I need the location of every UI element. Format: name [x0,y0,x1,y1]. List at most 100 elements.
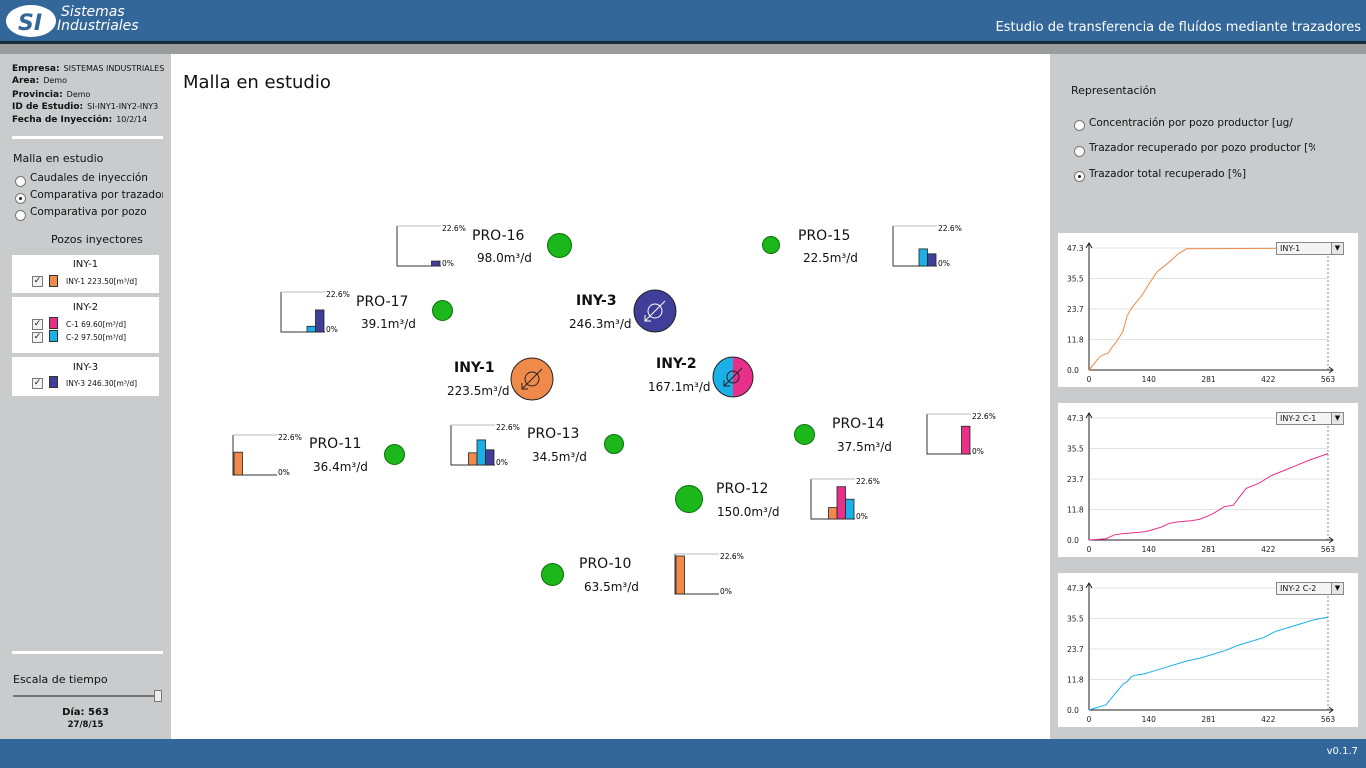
chevron-down-icon[interactable]: ▼ [1331,582,1344,595]
radio-trazador-recuperado-pozo[interactable] [1074,146,1085,157]
mini-min-label: 0% [972,447,984,456]
injector-well-iny2[interactable] [711,355,755,399]
x-tick-label: 0 [1087,545,1092,554]
y-tick-label: 11.8 [1067,676,1084,685]
mini-bar [306,325,316,333]
time-scale-title: Escala de tiempo [13,673,108,686]
chart-series-dropdown[interactable]: INY-2 C-1 [1276,412,1334,425]
chart-series-dropdown[interactable]: INY-1 [1276,242,1334,255]
version-label: v0.1.7 [1326,746,1358,757]
tracer-checkbox-c1[interactable]: ✓ [32,319,43,330]
producer-label: PRO-11 [309,436,362,452]
injector-checkbox[interactable]: ✓ [32,276,43,287]
mini-bar [927,253,937,267]
study-id-row: ID de Estudio: SI-INY1-INY2-INY3 [12,102,159,112]
recovery-mini-chart: 22.6% 0% [396,224,476,272]
radio-caudales[interactable] [15,176,26,187]
injection-date-row: Fecha de Inyección: 10/2/14 [12,115,148,125]
y-tick-label: 47.3 [1067,414,1084,423]
x-tick-label: 140 [1142,545,1157,554]
recovery-mini-chart: 22.6% 0% [232,433,312,481]
producer-well-pro13[interactable] [604,434,624,454]
radio-comparativa-pozo-label[interactable]: Comparativa por pozo [30,206,147,218]
x-tick-label: 563 [1321,715,1336,724]
injector-well-iny1[interactable] [509,356,555,402]
mini-max-label: 22.6% [326,290,350,299]
chart-series-dropdown[interactable]: INY-2 C-2 [1276,582,1334,595]
recovery-chart-iny2-c2: 0.0 11.8 23.7 35.5 47.3 0 140 281 422 563 INY-2 C… [1058,573,1358,727]
producer-well-pro14[interactable] [794,424,815,445]
x-tick-label: 0 [1087,715,1092,724]
app-footer [0,739,1366,768]
mini-bar [468,452,478,466]
y-tick-label: 23.7 [1067,475,1084,484]
mini-max-label: 22.6% [720,552,744,561]
current-date-label: 27/8/15 [67,720,104,730]
mini-bar [315,309,325,333]
producer-label: PRO-13 [527,426,580,442]
producer-well-pro12[interactable] [675,485,703,513]
radio-concentracion-label[interactable]: Concentración por pozo productor [ug/ [1089,117,1315,129]
y-tick-label: 23.7 [1067,645,1084,654]
mini-max-label: 22.6% [278,433,302,442]
y-tick-label: 23.7 [1067,305,1084,314]
radio-trazador-total[interactable] [1074,171,1085,182]
producer-well-pro16[interactable] [547,233,572,258]
view-mode-title: Malla en estudio [13,152,104,165]
tracer-color-swatch [49,317,58,329]
injector-group-title: INY-1 [72,259,99,270]
injector-item-label: INY-3 246.30[m³/d] [66,379,138,388]
y-tick-label: 35.5 [1067,275,1084,284]
injector-item-label: INY-1 223.50[m³/d] [66,277,138,286]
y-tick-label: 47.3 [1067,584,1084,593]
mini-min-label: 0% [278,468,290,477]
recovery-chart-iny2-c1: 0.0 11.8 23.7 35.5 47.3 0 140 281 422 563 INY-2 C… [1058,403,1358,557]
mini-bar [828,507,838,520]
tracer-color-swatch [49,275,58,287]
injector-checkbox[interactable]: ✓ [32,378,43,389]
y-tick-label: 11.8 [1067,336,1084,345]
recovery-mini-chart: 22.6% 0% [810,477,890,525]
x-tick-label: 563 [1321,545,1336,554]
radio-comparativa-trazador[interactable] [15,193,26,204]
radio-caudales-label[interactable]: Caudales de inyección [30,172,148,184]
tracer-checkbox-c2[interactable]: ✓ [32,332,43,343]
y-tick-label: 47.3 [1067,244,1084,253]
radio-comparativa-trazador-label[interactable]: Comparativa por trazador [30,189,163,201]
company-logo-icon: SI [6,5,56,37]
time-slider-thumb[interactable] [154,690,162,702]
app-title: Estudio de transferencia de fluídos medi… [995,20,1361,35]
producer-well-pro10[interactable] [541,563,564,586]
producer-well-pro17[interactable] [432,300,453,321]
recovery-mini-chart: 22.6% 0% [450,423,530,471]
radio-trazador-total-label[interactable]: Trazador total recuperado [%] [1089,168,1246,180]
radio-trazador-recuperado-pozo-label[interactable]: Trazador recuperado por pozo productor [… [1089,142,1315,154]
injector-well-iny3[interactable] [632,288,678,334]
producer-rate: 39.1m³/d [361,317,416,331]
injector-label: INY-1 [454,360,495,376]
radio-concentracion[interactable] [1074,120,1085,131]
radio-comparativa-pozo[interactable] [15,210,26,221]
svg-text:SI: SI [18,11,42,36]
chevron-down-icon[interactable]: ▼ [1331,412,1344,425]
producer-well-pro11[interactable] [384,444,405,465]
time-slider-track[interactable] [13,695,159,697]
producer-label: PRO-15 [798,228,851,244]
x-tick-label: 422 [1261,715,1276,724]
mini-min-label: 0% [720,587,732,596]
mini-chart-frame [396,225,441,267]
producer-well-pro15[interactable] [762,236,780,254]
representation-title: Representación [1071,84,1157,97]
mini-bar [918,248,928,267]
chevron-down-icon[interactable]: ▼ [1331,242,1344,255]
mini-bar-chart: 22.6% 0% [926,412,996,456]
injector-label: INY-3 [576,293,617,309]
injector-rate: 246.3m³/d [569,317,632,331]
producer-rate: 150.0m³/d [717,505,780,519]
mini-bar [431,260,441,267]
recovery-mini-chart: 22.6% 0% [674,552,754,600]
recovery-mini-chart: 22.6% 0% [892,224,972,272]
line-chart: 0.0 11.8 23.7 35.5 47.3 0 140 281 422 563 [1067,242,1335,384]
series-line [1088,616,1329,711]
producer-rate: 37.5m³/d [837,440,892,454]
